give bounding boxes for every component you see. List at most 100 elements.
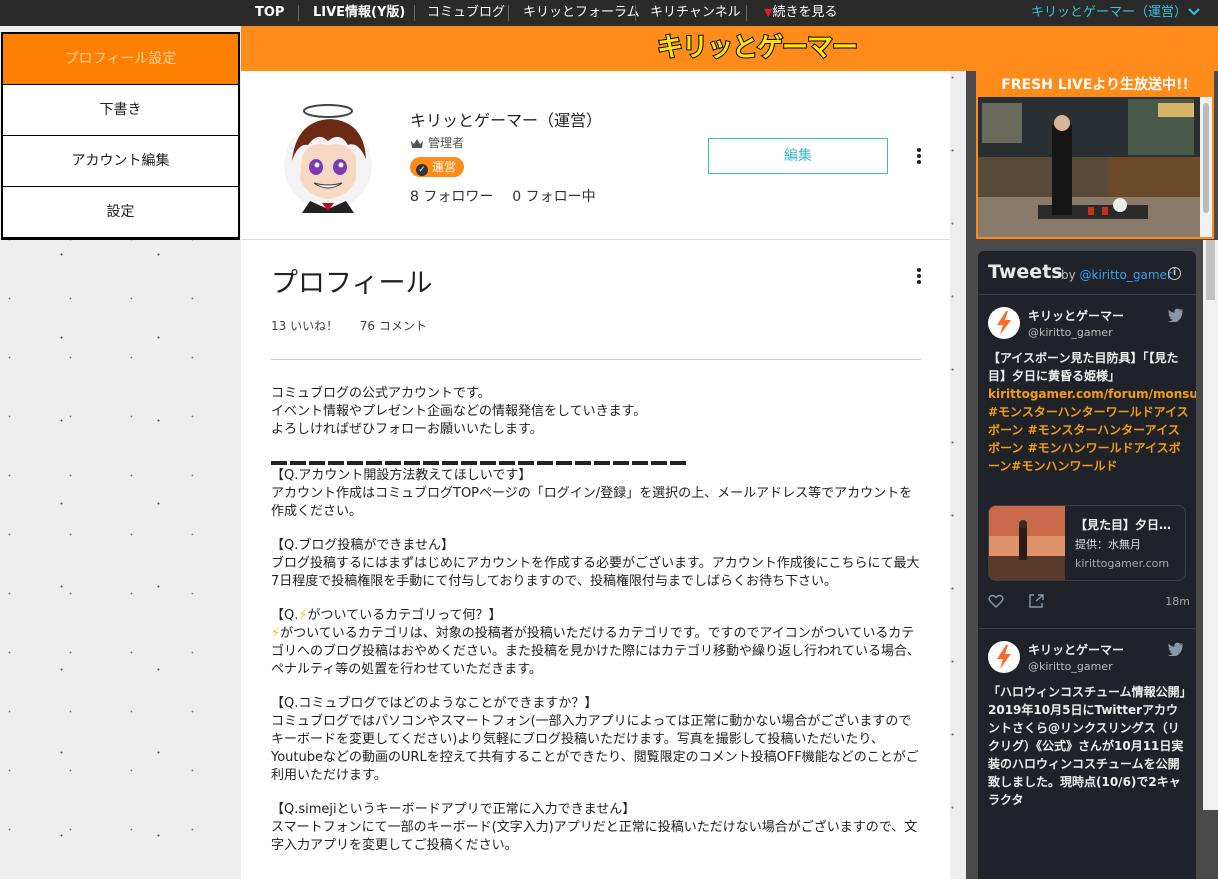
- site-header: キリッとゲーマー: [241, 26, 1218, 71]
- tweets-by-label: by: [1061, 268, 1076, 282]
- body-heading: 【Q.simejiというキーボードアプリで正常に入力できません】: [271, 802, 636, 817]
- nav-separator: [635, 5, 636, 21]
- nav-separator: [414, 5, 415, 21]
- live-widget: FRESH LIVEより生放送中!!: [976, 71, 1214, 239]
- article-title: プロフィール: [271, 268, 433, 299]
- live-title: FRESH LIVEより生放送中!!: [978, 73, 1212, 97]
- body-heading: 【Q.ブログ投稿ができません】: [271, 538, 454, 553]
- status-badge: ✓ 運営: [410, 157, 465, 177]
- tweet-time[interactable]: 18m: [1165, 595, 1190, 608]
- tweet-author-handle[interactable]: @kiritto_gamer: [1028, 326, 1113, 339]
- dash-separator: [271, 461, 921, 465]
- edit-button[interactable]: 編集: [708, 138, 888, 174]
- tweet-text-plain: 【アイスボーン見た目防具】「【見た目】夕日に黄昏る姫様」: [988, 351, 1179, 383]
- card-domain: kirittogamer.com: [1075, 557, 1170, 570]
- tweet-author-handle[interactable]: @kiritto_gamer: [1028, 660, 1113, 673]
- lightning-icon: ⚡: [271, 626, 281, 641]
- tweet-hashtags[interactable]: #モンスターハンターワールドアイスボーン #モンスターハンターアイスボーン #モ…: [988, 405, 1189, 473]
- divider: [271, 359, 921, 360]
- profile-card: キリッとゲーマー（運営） 管理者 ✓ 運営 8 フォロワー 0 フォロー中 編集: [241, 71, 950, 240]
- card-image: [989, 506, 1065, 580]
- nav-more[interactable]: ▼続きを見る: [764, 0, 837, 26]
- profile-more-icon[interactable]: [915, 147, 923, 167]
- nav-more-label: 続きを見る: [772, 5, 838, 20]
- body-line: イベント情報やプレゼント企画などの情報発信をしていきます。: [271, 404, 647, 419]
- tweet-item[interactable]: キリッとゲーマー @kiritto_gamer 【アイスボーン見た目防具】「【見…: [978, 295, 1196, 629]
- page-scrollbar[interactable]: [1203, 240, 1218, 810]
- likes-count[interactable]: 13 いいね！: [271, 319, 338, 333]
- info-icon[interactable]: i: [1168, 267, 1181, 280]
- tweets-widget: Tweets by @kiritto_gamer i キリッとゲーマー @kir…: [978, 251, 1196, 879]
- card-subtitle: 提供：水無月: [1075, 538, 1141, 551]
- body-line-text: がついているカテゴリは、対象の投稿者が投稿いただけるカテゴリです。ですのでアイコ…: [271, 626, 920, 677]
- nav-top[interactable]: TOP: [255, 0, 284, 26]
- avatar[interactable]: [278, 101, 378, 213]
- body-line: ブログ投稿するにはまずはじめにアカウントを作成する必要がございます。アカウント作…: [271, 556, 920, 589]
- tweets-handle-link[interactable]: @kiritto_gamer: [1080, 268, 1172, 282]
- tweet-actions: 18m: [988, 591, 1190, 611]
- user-menu[interactable]: キリッとゲーマー（運営）: [1031, 0, 1187, 26]
- menu-item-drafts[interactable]: 下書き: [3, 85, 238, 135]
- nav-separator: [746, 5, 747, 21]
- twitter-bird-icon[interactable]: [1168, 307, 1184, 326]
- lightning-icon: ⚡: [298, 608, 308, 623]
- article-body: コミュブログの公式アカウントです。 イベント情報やプレゼント企画などの情報発信を…: [271, 385, 921, 855]
- tweet-text: 「ハロウィンコスチューム情報公開」2019年10月5日にTwitterアカウント…: [988, 685, 1186, 807]
- twitter-bird-icon[interactable]: [1168, 641, 1184, 660]
- tweet-avatar[interactable]: [988, 641, 1020, 673]
- comments-count[interactable]: 76 コメント: [360, 319, 427, 333]
- body-line: ⚡がついているカテゴリは、対象の投稿者が投稿いただけるカテゴリです。ですのでアイ…: [271, 625, 921, 679]
- menu-item-profile-settings[interactable]: プロフィール設定: [3, 34, 238, 84]
- nav-live-info[interactable]: LIVE情報(Y版): [313, 0, 405, 26]
- heading-part: 【Q.: [271, 608, 299, 623]
- tweets-by: by @kiritto_gamer: [1061, 268, 1172, 282]
- following-count[interactable]: 0 フォロー中: [512, 189, 595, 205]
- right-sidebar: FRESH LIVEより生放送中!! Tweets by @kiritto_ga…: [966, 71, 1218, 879]
- tweet-item[interactable]: キリッとゲーマー @kiritto_gamer 「ハロウィンコスチューム情報公開…: [978, 629, 1196, 879]
- body-line: コミュブログではパソコンやスマートフォン(一部入力アプリによっては正常に動かない…: [271, 714, 919, 783]
- body-line: コミュブログの公式アカウントです。: [271, 386, 491, 401]
- tweets-heading: Tweets: [988, 261, 1063, 283]
- role-label: 管理者: [428, 136, 465, 150]
- crown-icon: [411, 139, 423, 148]
- heading-part: がついているカテゴリって何？】: [307, 608, 502, 623]
- card-title: 【見た目】夕日…: [1075, 518, 1172, 532]
- account-dropdown-menu: プロフィール設定 下書き アカウント編集 設定: [1, 32, 240, 240]
- nav-separator: [508, 5, 509, 21]
- tweets-header: Tweets by @kiritto_gamer i: [978, 251, 1196, 295]
- tweet-link-card[interactable]: 【見た目】夕日… 提供：水無月 kirittogamer.com: [988, 505, 1186, 581]
- profile-article: プロフィール 13 いいね！ 76 コメント コミュブログの公式アカウントです。…: [241, 241, 950, 879]
- nav-forum[interactable]: キリッとフォーラム: [523, 0, 640, 26]
- body-line: よろしければぜひフォローお願いいたします。: [271, 422, 543, 437]
- tweet-author-name[interactable]: キリッとゲーマー: [1028, 307, 1124, 324]
- profile-role: 管理者: [410, 134, 464, 151]
- check-icon: ✓: [416, 164, 428, 176]
- tweet-avatar[interactable]: [988, 307, 1020, 339]
- followers-count[interactable]: 8 フォロワー: [410, 189, 493, 205]
- heart-icon[interactable]: [988, 593, 1004, 612]
- menu-item-account-edit[interactable]: アカウント編集: [3, 136, 238, 186]
- tweet-link[interactable]: kirittogamer.com/forum/monsutah…: [988, 387, 1196, 401]
- body-heading: 【Q.⚡がついているカテゴリって何？】: [271, 607, 921, 625]
- scrollbar-thumb[interactable]: [1206, 240, 1215, 300]
- live-stream-thumbnail[interactable]: [978, 97, 1200, 237]
- nav-commu-blog[interactable]: コミュブログ: [427, 0, 505, 26]
- site-logo[interactable]: キリッとゲーマー: [656, 31, 859, 65]
- nav-channel[interactable]: キリチャンネル: [650, 0, 741, 26]
- nav-separator: [298, 5, 299, 21]
- live-scrollbar[interactable]: [1200, 97, 1212, 237]
- body-line: スマートフォンにて一部のキーボード(文字入力)アプリだと正常に投稿いただけない場…: [271, 820, 918, 853]
- menu-item-settings[interactable]: 設定: [3, 187, 238, 237]
- article-more-icon[interactable]: [915, 267, 923, 287]
- badge-label: 運営: [432, 160, 457, 174]
- top-navigation: TOP LIVE情報(Y版) コミュブログ キリッとフォーラム キリチャンネル …: [0, 0, 1218, 26]
- article-stats: 13 いいね！ 76 コメント: [271, 317, 427, 334]
- profile-name: キリッとゲーマー（運営）: [410, 111, 603, 130]
- body-line: アカウント作成はコミュブログTOPページの「ログイン/登録」を選択の上、メールア…: [271, 486, 913, 519]
- main-content: キリッとゲーマー（運営） 管理者 ✓ 運営 8 フォロワー 0 フォロー中 編集 …: [241, 71, 950, 879]
- tweet-author-name[interactable]: キリッとゲーマー: [1028, 641, 1124, 658]
- share-icon[interactable]: [1028, 593, 1044, 612]
- body-heading: 【Q.コミュブログではどのようなことができますか？】: [271, 696, 598, 711]
- body-heading: 【Q.アカウント開設方法教えてほしいです】: [271, 468, 532, 483]
- chevron-down-icon[interactable]: [1187, 6, 1201, 22]
